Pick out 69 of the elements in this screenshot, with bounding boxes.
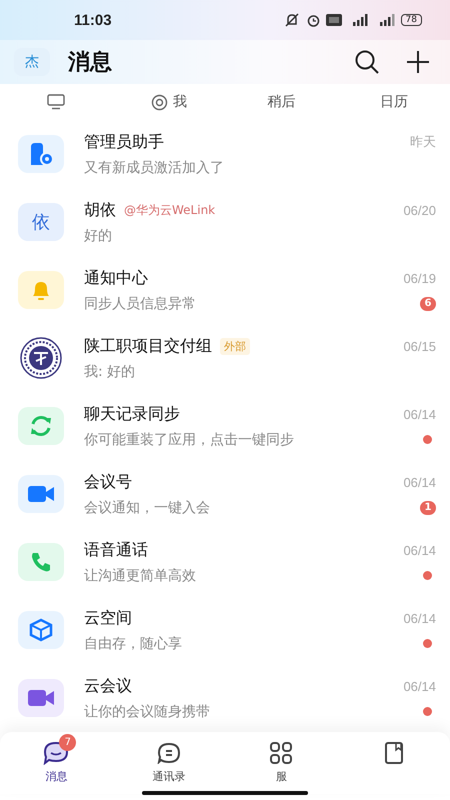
message-time: 06/14: [403, 474, 436, 490]
book-icon: [384, 741, 404, 765]
conversation-name: 通知中心: [84, 268, 148, 288]
cube-icon: [29, 618, 53, 642]
message-preview: 好的: [84, 226, 113, 244]
mute-icon: [282, 13, 301, 27]
conversation-name: 云空间: [84, 608, 132, 628]
unread-dot: [423, 435, 432, 444]
message-time: 06/15: [403, 338, 436, 354]
alarm-icon: [306, 13, 321, 27]
nav-tab[interactable]: 服: [225, 732, 338, 794]
nav-tab[interactable]: 通讯录: [112, 732, 225, 794]
message-time: 06/14: [403, 542, 436, 558]
conversation-item[interactable]: 云空间 06/14 自由存，随心享: [0, 596, 450, 664]
conversation-item[interactable]: 聊天记录同步 06/14 你可能重装了应用，点击一键同步: [0, 392, 450, 460]
message-preview: 我: 好的: [84, 362, 136, 380]
unread-dot: [423, 639, 432, 648]
message-preview: 又有新成员激活加入了: [84, 158, 225, 176]
conversation-item[interactable]: 通知中心 06/19 同步人员信息异常 6: [0, 256, 450, 324]
message-time: 06/19: [403, 270, 436, 286]
message-preview: 同步人员信息异常: [84, 294, 197, 312]
message-time: 06/20: [403, 202, 436, 218]
filter-tab[interactable]: 稍后: [225, 93, 338, 111]
unread-dot: [423, 571, 432, 580]
battery-level: 78: [400, 14, 422, 26]
search-icon[interactable]: [354, 49, 380, 75]
message-preview: 让沟通更简单高效: [84, 566, 197, 584]
conversation-item[interactable]: 云会议 06/14 让你的会议随身携带: [0, 664, 450, 732]
building-icon: [28, 141, 54, 167]
conversation-name: 云会议: [84, 676, 132, 696]
conversation-item[interactable]: 陕工职项目交付组 外部 06/15 我: 好的: [0, 324, 450, 392]
message-time: 06/14: [403, 406, 436, 422]
filter-tab[interactable]: 日历: [338, 93, 450, 111]
sync-icon: [28, 413, 54, 439]
contacts-icon: [156, 742, 181, 764]
message-time: 06/14: [403, 610, 436, 626]
phone-icon: [30, 551, 52, 573]
avatar-initial: 依: [32, 211, 50, 234]
message-time: 06/14: [403, 678, 436, 694]
message-preview: 让你的会议随身携带: [84, 702, 211, 720]
unread-dot: [423, 707, 432, 716]
message-preview: 会议通知，一键入会: [84, 498, 211, 516]
message-preview: 自由存，随心享: [84, 634, 183, 652]
page-title: 消息: [68, 49, 113, 77]
video-camera-icon: [28, 689, 54, 707]
conversation-item[interactable]: 会议号 06/14 会议通知，一键入会 1: [0, 460, 450, 528]
status-time: 11:03: [74, 12, 112, 28]
conversation-item[interactable]: 语音通话 06/14 让沟通更简单高效: [0, 528, 450, 596]
add-icon[interactable]: [406, 50, 430, 74]
nav-tab[interactable]: 7 消息: [0, 732, 112, 794]
video-camera-icon: [28, 485, 54, 503]
filter-tab[interactable]: 我: [112, 93, 225, 111]
monitor-icon: [47, 94, 66, 110]
conversation-name: 语音通话: [84, 540, 148, 560]
message-time: 昨天: [410, 133, 436, 151]
conversation-name: 会议号: [84, 472, 132, 492]
conversation-item[interactable]: 依 胡依 @华为云WeLink 06/20 好的: [0, 188, 450, 256]
external-tag: 外部: [220, 338, 250, 354]
unread-count: 6: [420, 296, 436, 310]
conversation-name: 胡依: [84, 200, 116, 220]
mention-label: @华为云WeLink: [124, 202, 216, 218]
unread-count: 1: [420, 500, 436, 514]
conversation-name: 陕工职项目交付组: [84, 336, 212, 356]
message-preview: 你可能重装了应用，点击一键同步: [84, 430, 295, 448]
conversation-name: 聊天记录同步: [84, 404, 180, 424]
conversation-name: 管理员助手: [84, 132, 164, 152]
unread-count: 7: [59, 734, 76, 751]
apps-icon: [269, 741, 294, 765]
conversation-item[interactable]: 管理员助手 昨天 又有新成员激活加入了: [0, 120, 450, 188]
